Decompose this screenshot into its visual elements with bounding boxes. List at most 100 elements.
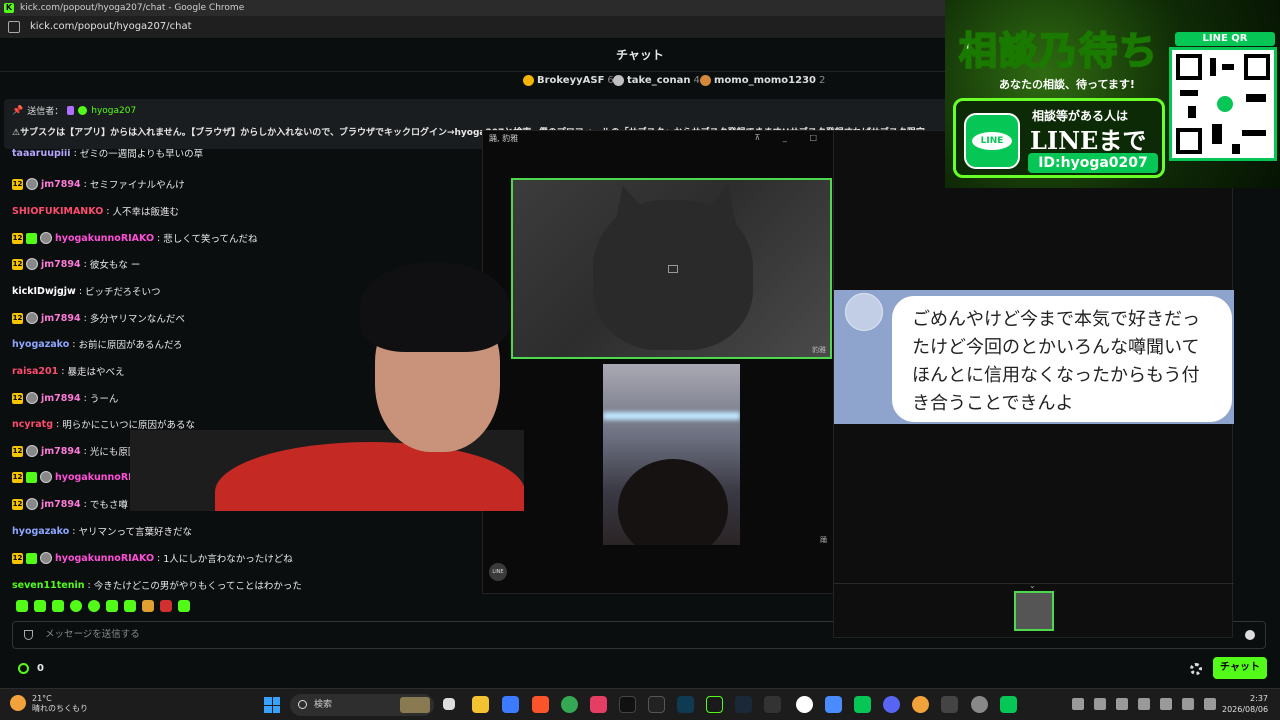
chat-separator: : <box>83 312 87 324</box>
app-icon[interactable] <box>648 696 665 713</box>
qr-module <box>1222 64 1234 70</box>
window-controls[interactable]: ⊼ _ □ <box>755 133 828 142</box>
file-explorer-icon[interactable] <box>472 696 489 713</box>
emote-icon[interactable] <box>70 600 82 612</box>
emote-icon[interactable] <box>34 600 46 612</box>
start-button-icon[interactable] <box>264 697 280 713</box>
gifter-1[interactable]: BrokeyyASF 6 <box>523 75 614 86</box>
chat-text: 今きたけどこの男がやりもくってことはわかった <box>93 581 302 592</box>
chat-username[interactable]: jm7894 <box>41 179 81 190</box>
channel-points[interactable]: 0 <box>18 663 44 674</box>
chat-separator: : <box>72 338 76 350</box>
send-chat-button[interactable]: チャット <box>1213 657 1267 679</box>
chat-separator: : <box>61 365 65 377</box>
display-icon[interactable] <box>1182 698 1194 710</box>
steam-icon[interactable] <box>735 696 752 713</box>
gifter-name: BrokeyyASF <box>537 75 605 86</box>
chat-username[interactable]: jm7894 <box>41 393 81 404</box>
emote-icon[interactable] <box>88 600 100 612</box>
discord-icon[interactable] <box>883 696 900 713</box>
gifter-name: take_conan <box>627 75 691 86</box>
app-icon[interactable] <box>912 696 929 713</box>
chat-separator: : <box>106 205 110 217</box>
chat-username[interactable]: jm7894 <box>41 499 81 510</box>
chat-message: 12 jm7894: 彼女もな ー <box>12 257 140 271</box>
line-icon[interactable] <box>854 696 871 713</box>
url-text[interactable]: kick.com/popout/hyoga207/chat <box>30 21 192 32</box>
network-icon[interactable] <box>1204 698 1216 710</box>
chevron-up-icon[interactable] <box>1072 698 1084 710</box>
chat-username[interactable]: jm7894 <box>41 259 81 270</box>
gifter-badge-icon <box>26 232 37 244</box>
chat-username[interactable]: kickIDwjgjw <box>12 286 76 297</box>
chat-username[interactable]: seven11tenin <box>12 580 84 591</box>
app-icon[interactable] <box>706 696 723 713</box>
app-icon[interactable] <box>502 696 519 713</box>
chat-username[interactable]: SHIOFUKIMANKO <box>12 206 103 217</box>
weather-text: 晴れのちくもり <box>32 704 88 713</box>
gifter-3[interactable]: momo_momo1230 2 <box>700 75 825 86</box>
cloud-icon[interactable] <box>1094 698 1106 710</box>
qr-module <box>1212 124 1222 144</box>
screen-thumbnail[interactable] <box>1014 591 1054 631</box>
chat-username[interactable]: ncyratg <box>12 419 53 430</box>
remote-video[interactable]: 豹雅 <box>511 178 832 359</box>
app-icon[interactable] <box>590 696 607 713</box>
chrome-icon[interactable] <box>561 696 578 713</box>
chat-text: ヤリマンって言葉好きだな <box>78 527 192 538</box>
brave-browser-icon[interactable] <box>532 696 549 713</box>
call-small-label: 踊 <box>820 536 827 544</box>
chat-username[interactable]: hyogakunnoRIAKO <box>55 233 154 244</box>
chat-username[interactable]: hyogazako <box>12 526 69 537</box>
app-icon[interactable] <box>825 696 842 713</box>
chevron-down-icon[interactable]: ⌄ <box>1029 581 1036 590</box>
emote-icon[interactable] <box>16 600 28 612</box>
qr-module <box>1188 106 1196 118</box>
app-tray-icon[interactable] <box>1160 698 1172 710</box>
emote-icon[interactable] <box>124 600 136 612</box>
chat-username[interactable]: hyogakunnoRIAKO <box>55 553 154 564</box>
self-video[interactable] <box>603 364 740 545</box>
emote-icon[interactable] <box>142 600 154 612</box>
system-tray <box>1072 698 1216 710</box>
emote-icon[interactable] <box>160 600 172 612</box>
gifter-count: 2 <box>819 75 826 86</box>
rank-silver-icon <box>613 75 624 86</box>
emoji-picker-icon[interactable] <box>1245 630 1255 640</box>
pinned-sender-name[interactable]: hyoga207 <box>91 106 136 116</box>
contact-avatar[interactable] <box>845 293 883 331</box>
obs-icon[interactable] <box>796 696 813 713</box>
chat-username[interactable]: taaaruupiii <box>12 148 71 159</box>
emote-icon[interactable] <box>106 600 118 612</box>
line-icon[interactable] <box>1000 696 1017 713</box>
site-info-icon[interactable] <box>8 21 20 33</box>
chat-username[interactable]: raisa201 <box>12 366 58 377</box>
pin-icon: 📌 <box>12 105 24 116</box>
chat-username[interactable]: hyogazako <box>12 339 69 350</box>
emote-icon[interactable] <box>52 600 64 612</box>
qr-code <box>1169 47 1277 161</box>
emote-icon[interactable] <box>178 600 190 612</box>
app-icon[interactable] <box>764 696 781 713</box>
settings-gear-icon[interactable] <box>1190 663 1202 675</box>
qr-module <box>1180 90 1198 96</box>
taskbar-search[interactable]: 検索 <box>290 694 434 716</box>
settings-icon[interactable] <box>971 696 988 713</box>
clock[interactable]: 2:37 2026/08/06 <box>1222 693 1268 715</box>
chat-username[interactable]: jm7894 <box>41 313 81 324</box>
tiktok-icon[interactable] <box>619 696 636 713</box>
time: 2:37 <box>1250 694 1268 703</box>
gifter-2[interactable]: take_conan 4 <box>613 75 700 86</box>
close-icon[interactable] <box>1138 698 1150 710</box>
chat-text: セミファイナルやんけ <box>89 180 185 191</box>
chat-username[interactable]: hyogakunnoRIA <box>55 472 139 483</box>
chat-separator: : <box>83 445 87 457</box>
mic-icon[interactable] <box>1116 698 1128 710</box>
qr-module <box>1232 144 1240 154</box>
qr-finder <box>1176 54 1202 80</box>
app-icon[interactable] <box>941 696 958 713</box>
task-view-icon[interactable] <box>443 698 455 710</box>
chat-username[interactable]: jm7894 <box>41 446 81 457</box>
app-icon[interactable] <box>677 696 694 713</box>
chat-input-placeholder: メッセージを送信する <box>45 629 140 640</box>
